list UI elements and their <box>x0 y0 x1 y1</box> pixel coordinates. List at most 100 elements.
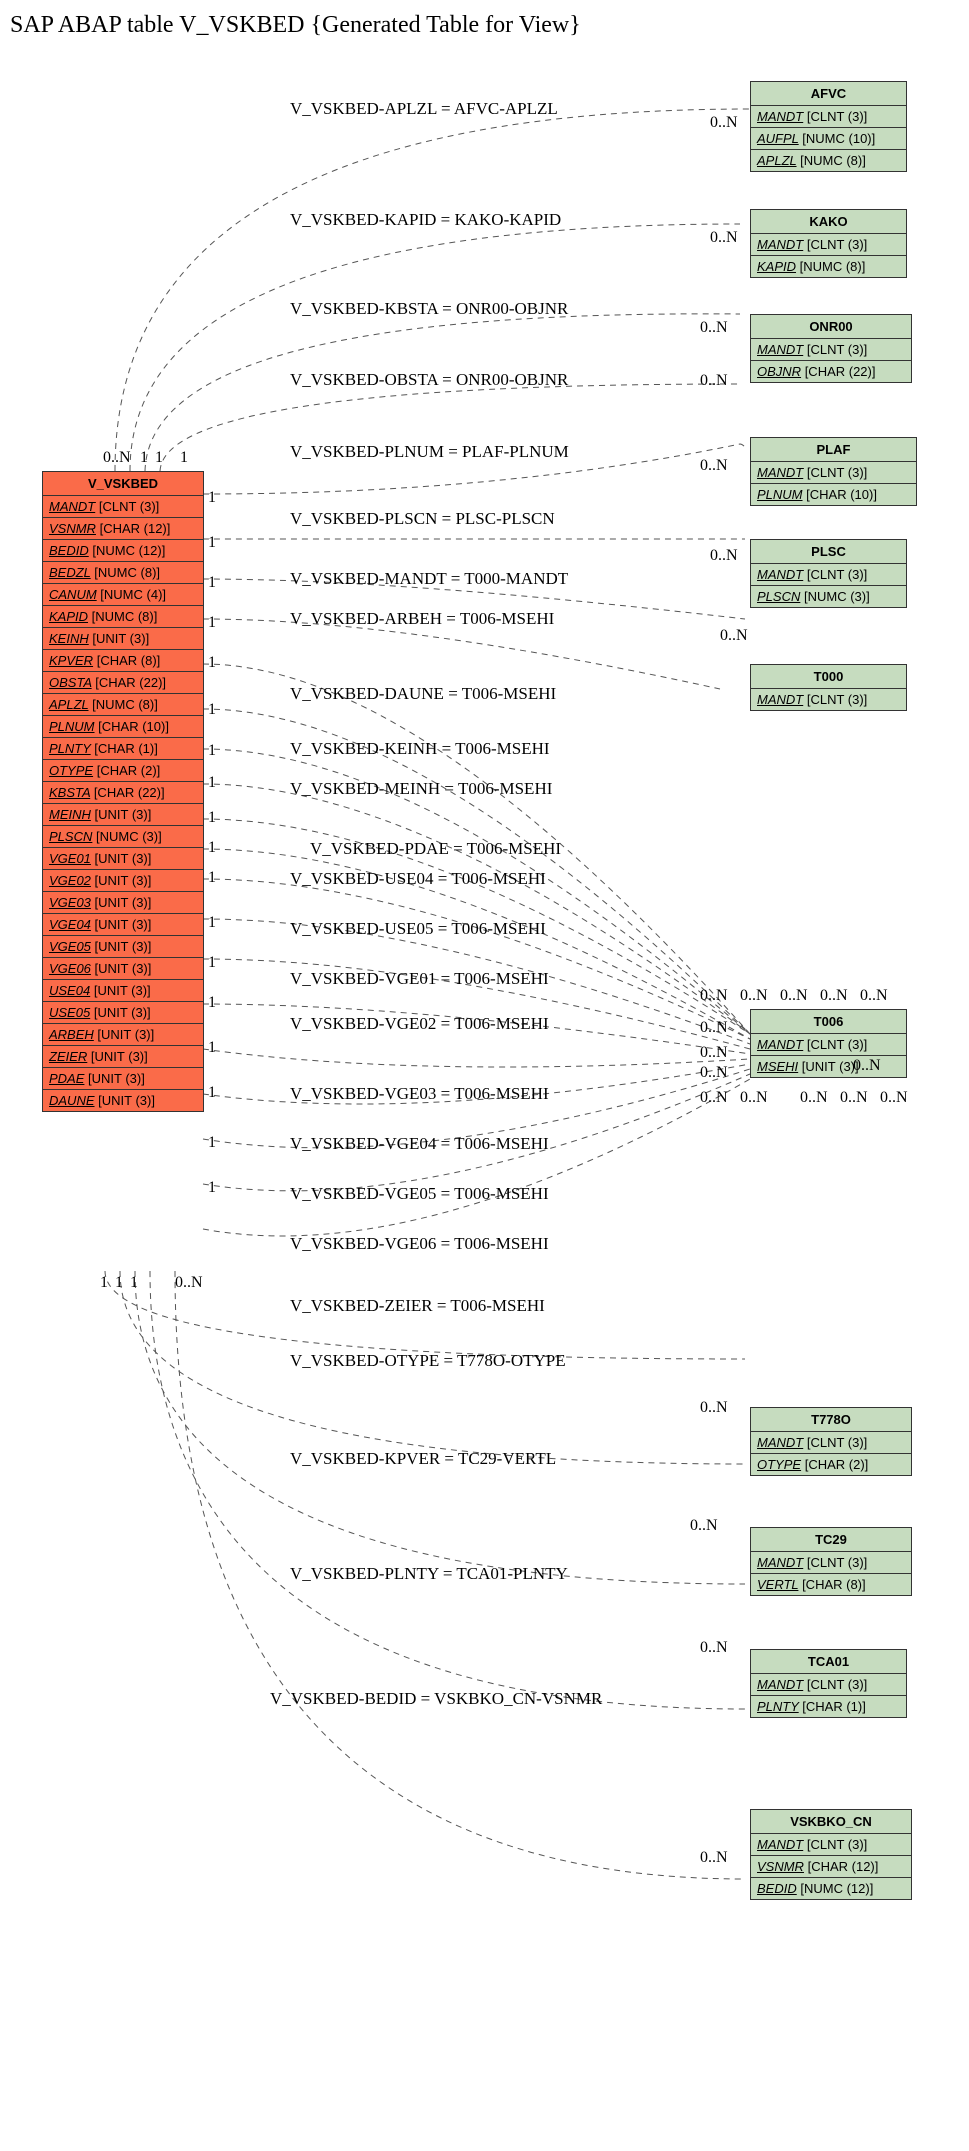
cardinality-label: 0..N <box>175 1274 203 1292</box>
entity-field: VERTL [CHAR (8)] <box>751 1574 911 1595</box>
diagram-stage: V_VSKBED MANDT [CLNT (3)]VSNMR [CHAR (12… <box>0 49 969 2149</box>
relation-label: V_VSKBED-USE04 = T006-MSEHI <box>290 869 546 889</box>
relation-label: V_VSKBED-VGE06 = T006-MSEHI <box>290 1234 549 1254</box>
entity-field: APLZL [NUMC (8)] <box>43 694 203 716</box>
entity-field: MANDT [CLNT (3)] <box>751 1034 906 1056</box>
relation-label: V_VSKBED-APLZL = AFVC-APLZL <box>290 99 558 119</box>
entity-field: DAUNE [UNIT (3)] <box>43 1090 203 1111</box>
entity-field: MSEHI [UNIT (3)] <box>751 1056 906 1077</box>
entity-field: MEINH [UNIT (3)] <box>43 804 203 826</box>
cardinality-label: 1 <box>130 1274 138 1292</box>
cardinality-label: 0..N <box>853 1057 881 1075</box>
entity-field: MANDT [CLNT (3)] <box>751 1834 911 1856</box>
cardinality-label: 0..N <box>880 1089 908 1107</box>
entity-field: OTYPE [CHAR (2)] <box>751 1454 911 1475</box>
cardinality-label: 1 <box>208 534 216 552</box>
entity-field: CANUM [NUMC (4)] <box>43 584 203 606</box>
entity-field: KAPID [NUMC (8)] <box>751 256 906 277</box>
entity-field: VGE02 [UNIT (3)] <box>43 870 203 892</box>
cardinality-label: 0..N <box>700 1089 728 1107</box>
page-title: SAP ABAP table V_VSKBED {Generated Table… <box>10 12 959 39</box>
relation-label: V_VSKBED-PDAE = T006-MSEHI <box>310 839 561 859</box>
entity-field: BEDID [NUMC (12)] <box>43 540 203 562</box>
entity-t006: T006 MANDT [CLNT (3)]MSEHI [UNIT (3)] <box>750 1009 907 1078</box>
cardinality-label: 0..N <box>700 1399 728 1417</box>
entity-field: MANDT [CLNT (3)] <box>751 462 916 484</box>
entity-field: ZEIER [UNIT (3)] <box>43 1046 203 1068</box>
entity-header: KAKO <box>751 210 906 234</box>
entity-field: KEINH [UNIT (3)] <box>43 628 203 650</box>
cardinality-label: 1 <box>208 1179 216 1197</box>
entity-field: PLNTY [CHAR (1)] <box>43 738 203 760</box>
entity-field: PLNTY [CHAR (1)] <box>751 1696 906 1717</box>
entity-field: PLNUM [CHAR (10)] <box>751 484 916 505</box>
entity-field: VGE06 [UNIT (3)] <box>43 958 203 980</box>
cardinality-label: 1 <box>208 954 216 972</box>
cardinality-label: 1 <box>208 1084 216 1102</box>
entity-field: MANDT [CLNT (3)] <box>751 234 906 256</box>
entity-field: ARBEH [UNIT (3)] <box>43 1024 203 1046</box>
relation-label: V_VSKBED-VGE01 = T006-MSEHI <box>290 969 549 989</box>
relation-label: V_VSKBED-VGE02 = T006-MSEHI <box>290 1014 549 1034</box>
cardinality-label: 1 <box>140 449 148 467</box>
cardinality-label: 0..N <box>700 457 728 475</box>
entity-field: MANDT [CLNT (3)] <box>751 689 906 710</box>
cardinality-label: 1 <box>208 701 216 719</box>
relation-label: V_VSKBED-OBSTA = ONR00-OBJNR <box>290 370 568 390</box>
relation-label: V_VSKBED-PLNUM = PLAF-PLNUM <box>290 442 569 462</box>
relation-label: V_VSKBED-PLNTY = TCA01-PLNTY <box>290 1564 568 1584</box>
entity-field: MANDT [CLNT (3)] <box>751 564 906 586</box>
relation-label: V_VSKBED-ARBEH = T006-MSEHI <box>290 609 554 629</box>
entity-plsc: PLSC MANDT [CLNT (3)]PLSCN [NUMC (3)] <box>750 539 907 608</box>
entity-field: APLZL [NUMC (8)] <box>751 150 906 171</box>
entity-header: VSKBKO_CN <box>751 1810 911 1834</box>
cardinality-label: 0..N <box>700 1849 728 1867</box>
entity-field: VGE05 [UNIT (3)] <box>43 936 203 958</box>
relation-label: V_VSKBED-PLSCN = PLSC-PLSCN <box>290 509 555 529</box>
cardinality-label: 0..N <box>710 114 738 132</box>
entity-field: MANDT [CLNT (3)] <box>751 1674 906 1696</box>
cardinality-label: 0..N <box>700 1019 728 1037</box>
entity-field: PLSCN [NUMC (3)] <box>751 586 906 607</box>
entity-field: MANDT [CLNT (3)] <box>751 106 906 128</box>
cardinality-label: 0..N <box>820 987 848 1005</box>
entity-field: PLNUM [CHAR (10)] <box>43 716 203 738</box>
cardinality-label: 0..N <box>800 1089 828 1107</box>
relation-label: V_VSKBED-KEINH = T006-MSEHI <box>290 739 550 759</box>
entity-field: BEDZL [NUMC (8)] <box>43 562 203 584</box>
cardinality-label: 1 <box>208 574 216 592</box>
cardinality-label: 0..N <box>740 1089 768 1107</box>
cardinality-label: 0..N <box>700 1639 728 1657</box>
cardinality-label: 1 <box>208 774 216 792</box>
entity-field: VSNMR [CHAR (12)] <box>751 1856 911 1878</box>
entity-plaf: PLAF MANDT [CLNT (3)]PLNUM [CHAR (10)] <box>750 437 917 506</box>
entity-t000: T000 MANDT [CLNT (3)] <box>750 664 907 711</box>
cardinality-label: 0..N <box>700 1044 728 1062</box>
entity-onr00: ONR00 MANDT [CLNT (3)]OBJNR [CHAR (22)] <box>750 314 912 383</box>
cardinality-label: 0..N <box>740 987 768 1005</box>
cardinality-label: 1 <box>100 1274 108 1292</box>
entity-header: T778O <box>751 1408 911 1432</box>
entity-field: PLSCN [NUMC (3)] <box>43 826 203 848</box>
entity-field: BEDID [NUMC (12)] <box>751 1878 911 1899</box>
entity-header: T006 <box>751 1010 906 1034</box>
entity-field: PDAE [UNIT (3)] <box>43 1068 203 1090</box>
cardinality-label: 0..N <box>700 987 728 1005</box>
entity-field: MANDT [CLNT (3)] <box>751 1552 911 1574</box>
cardinality-label: 0..N <box>720 627 748 645</box>
entity-vskbko-cn: VSKBKO_CN MANDT [CLNT (3)]VSNMR [CHAR (1… <box>750 1809 912 1900</box>
entity-field: MANDT [CLNT (3)] <box>751 1432 911 1454</box>
entity-field: AUFPL [NUMC (10)] <box>751 128 906 150</box>
cardinality-label: 1 <box>208 742 216 760</box>
cardinality-label: 1 <box>208 809 216 827</box>
entity-tca01: TCA01 MANDT [CLNT (3)]PLNTY [CHAR (1)] <box>750 1649 907 1718</box>
relation-label: V_VSKBED-MANDT = T000-MANDT <box>290 569 568 589</box>
cardinality-label: 1 <box>208 614 216 632</box>
entity-header: V_VSKBED <box>43 472 203 496</box>
entity-field: KBSTA [CHAR (22)] <box>43 782 203 804</box>
cardinality-label: 0..N <box>700 372 728 390</box>
entity-header: T000 <box>751 665 906 689</box>
entity-header: AFVC <box>751 82 906 106</box>
relation-label: V_VSKBED-OTYPE = T778O-OTYPE <box>290 1351 566 1371</box>
cardinality-label: 1 <box>208 489 216 507</box>
